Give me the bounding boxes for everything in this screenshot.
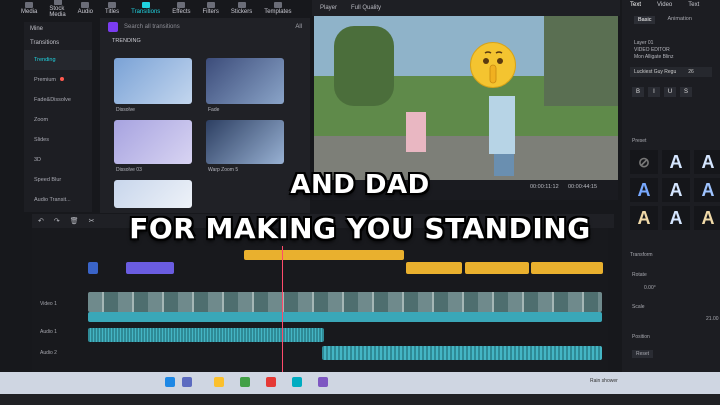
menu-filters[interactable]: Filters (200, 1, 222, 15)
video-audio-waveform[interactable] (88, 312, 602, 322)
rotate-value[interactable]: 0.00° (644, 285, 656, 291)
search-icon[interactable] (182, 377, 192, 387)
app-icon[interactable] (266, 377, 276, 387)
tab-text-2[interactable]: Text (688, 2, 699, 8)
title-clip[interactable] (531, 262, 603, 274)
menu-effects[interactable]: Effects (169, 1, 193, 15)
screen: Media Stock Media Audio Titles Transitio… (0, 0, 720, 405)
preset-label: Preset (632, 138, 647, 144)
tab-text[interactable]: Text (630, 2, 641, 8)
font-dropdown[interactable]: Luckiest Guy Regu 26 (630, 67, 712, 77)
top-menu: Media Stock Media Audio Titles Transitio… (18, 0, 292, 18)
search-input[interactable]: Search all transitions (124, 24, 289, 30)
os-taskbar: Rain shower (0, 372, 720, 394)
effects-icon (177, 1, 186, 8)
caption-line-2: FOR MAKING YOU STANDING (129, 212, 591, 245)
transitions-icon (141, 1, 150, 8)
weather-tray-text: Rain shower (590, 378, 618, 384)
bold-button[interactable]: B (632, 87, 644, 97)
monitor-bezel (0, 394, 720, 405)
title-clip[interactable] (406, 262, 462, 274)
track-label-audio-2: Audio 2 (40, 350, 57, 356)
editor-icon[interactable] (318, 377, 328, 387)
player-label: Player (320, 5, 338, 11)
preview-frame (314, 16, 618, 188)
shushing-face-emoji (470, 42, 516, 88)
menu-stickers[interactable]: Stickers (228, 1, 255, 15)
premium-badge-icon (60, 77, 65, 81)
text-line-2[interactable]: Mon Alligate Blinz (622, 54, 720, 61)
sidebar-item-3d[interactable]: 3D (24, 150, 92, 170)
layer-title: Layer 01 (634, 40, 654, 46)
caption-line-1: AND DAD (290, 170, 430, 200)
preview-header: Player Full Quality (312, 0, 620, 16)
thumb-label: Dissolve (116, 107, 135, 113)
video-preview[interactable] (314, 16, 618, 188)
stickers-icon (237, 1, 246, 8)
thumb-label: Fade (208, 107, 220, 113)
explorer-icon[interactable] (214, 377, 224, 387)
track-label-video-1: Video 1 (40, 301, 57, 307)
sidebar-item-premium[interactable]: Premium (24, 70, 92, 90)
scale-label: Scale (632, 304, 645, 310)
sidebar-section-transitions[interactable]: Transitions (24, 36, 92, 50)
underline-button[interactable]: U (664, 87, 676, 97)
video-clip-track[interactable] (88, 292, 602, 312)
media-icon (25, 1, 34, 8)
transition-thumb-dissolve-03[interactable] (114, 120, 192, 164)
transition-thumb-fade[interactable] (206, 58, 284, 104)
sidebar-item-fade-dissolve[interactable]: Fade&Dissolve (24, 90, 92, 110)
scale-value[interactable]: 21.00 (706, 316, 719, 322)
sidebar-item-slides[interactable]: Slides (24, 130, 92, 150)
sidebar-item-trending[interactable]: Trending (24, 50, 92, 70)
strike-button[interactable]: S (680, 87, 692, 97)
italic-button[interactable]: I (648, 87, 660, 97)
browser-icon[interactable] (240, 377, 250, 387)
quality-dropdown[interactable]: Full Quality (351, 5, 381, 11)
tab-animation[interactable]: Animation (667, 16, 691, 24)
sidebar-header-mine[interactable]: Mine (24, 22, 92, 36)
title-clip[interactable] (244, 250, 404, 260)
properties-panel: Text Video Text Basic Animation Layer 01… (622, 0, 720, 405)
library-icon[interactable] (108, 22, 118, 32)
menu-templates[interactable]: Templates (261, 1, 294, 15)
tab-video[interactable]: Video (657, 2, 672, 8)
section-title: TRENDING (112, 38, 141, 44)
audio-clip-1[interactable] (88, 328, 324, 342)
transform-label[interactable]: Transform (630, 252, 653, 258)
text-line-1[interactable]: VIDEO EDITOR (622, 47, 720, 54)
reset-button[interactable]: Reset (632, 350, 654, 358)
sidebar-item-zoom[interactable]: Zoom (24, 110, 92, 130)
menu-transitions[interactable]: Transitions (128, 1, 163, 15)
transition-thumb-warp-zoom[interactable] (206, 120, 284, 164)
tab-basic[interactable]: Basic (634, 16, 656, 24)
stock-icon (53, 0, 62, 5)
filter-dropdown[interactable]: All (295, 24, 302, 30)
menu-titles[interactable]: Titles (102, 1, 122, 15)
purple-clip[interactable] (126, 262, 174, 274)
audio-icon (81, 1, 90, 8)
templates-icon (273, 1, 282, 8)
title-clip[interactable] (465, 262, 529, 274)
track-label-audio-1: Audio 1 (40, 329, 57, 335)
menu-audio[interactable]: Audio (75, 1, 96, 15)
format-toolbar: B I U S (622, 83, 720, 101)
app-icon[interactable] (292, 377, 302, 387)
transition-thumb-dissolve[interactable] (114, 58, 192, 104)
position-label: Position (632, 334, 650, 340)
audio-clip-2[interactable] (322, 346, 602, 360)
titles-icon (108, 1, 117, 8)
text-clip[interactable] (88, 262, 98, 274)
rotate-label: Rotate (632, 272, 647, 278)
start-icon[interactable] (165, 377, 175, 387)
playhead[interactable] (282, 246, 283, 376)
menu-stock-media[interactable]: Stock Media (46, 0, 68, 18)
filters-icon (206, 1, 215, 8)
menu-media[interactable]: Media (18, 1, 40, 15)
